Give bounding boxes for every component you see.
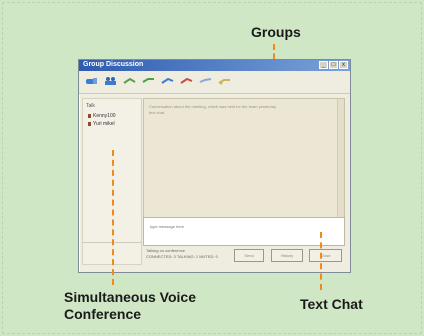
close-button[interactable]: Close <box>309 249 342 262</box>
minimize-button[interactable]: _ <box>319 61 328 69</box>
chat-scrollbar[interactable] <box>337 99 344 217</box>
message-input[interactable]: type message here <box>143 217 345 246</box>
video-icon[interactable] <box>142 76 156 86</box>
voice-icon[interactable] <box>123 76 137 86</box>
history-button[interactable]: History <box>271 249 303 262</box>
maximize-button[interactable]: □ <box>329 61 338 69</box>
voice-pointer <box>112 150 114 285</box>
hangup-icon[interactable] <box>180 76 194 86</box>
member-item[interactable]: Kenny100 <box>88 113 116 119</box>
chat-history[interactable]: Conversation about the meeting, which wa… <box>143 98 345 218</box>
transfer-icon[interactable] <box>161 76 175 86</box>
contact-add-icon[interactable] <box>85 76 99 86</box>
member-name: Yuri mikel <box>93 121 115 127</box>
close-window-button[interactable]: x <box>339 61 348 69</box>
toolbar <box>79 71 350 94</box>
text-chat-pointer <box>320 232 322 290</box>
text-chat-annotation: Text Chat <box>300 296 363 312</box>
person-icon <box>88 114 91 118</box>
invite-icon[interactable] <box>199 76 213 86</box>
status-line: CONNECTED: 3 TALKING: 1 MUTED: 0 <box>146 254 218 259</box>
settings-icon[interactable] <box>218 76 232 86</box>
groups-icon[interactable] <box>104 76 118 86</box>
member-item[interactable]: Yuri mikel <box>88 121 115 127</box>
groups-annotation: Groups <box>251 24 301 40</box>
status-text: Talking on conference CONNECTED: 3 TALKI… <box>146 248 218 260</box>
diagram-frame: Groups Group Discussion _ □ x Talk Kenny… <box>0 0 424 336</box>
member-name: Kenny100 <box>93 113 116 119</box>
members-label: Talk <box>86 103 95 109</box>
window-title: Group Discussion <box>83 61 144 68</box>
chat-line: text chat <box>149 110 165 115</box>
voice-conference-annotation: Simultaneous Voice Conference <box>64 289 196 322</box>
group-discussion-window: Group Discussion _ □ x Talk Kenny100 Yur… <box>78 59 351 273</box>
message-input-text: type message here <box>150 224 185 229</box>
chat-line: Conversation about the meeting, which wa… <box>149 104 276 109</box>
person-icon <box>88 122 91 126</box>
send-button[interactable]: Send <box>234 249 264 262</box>
title-bar: Group Discussion _ □ x <box>79 60 350 71</box>
